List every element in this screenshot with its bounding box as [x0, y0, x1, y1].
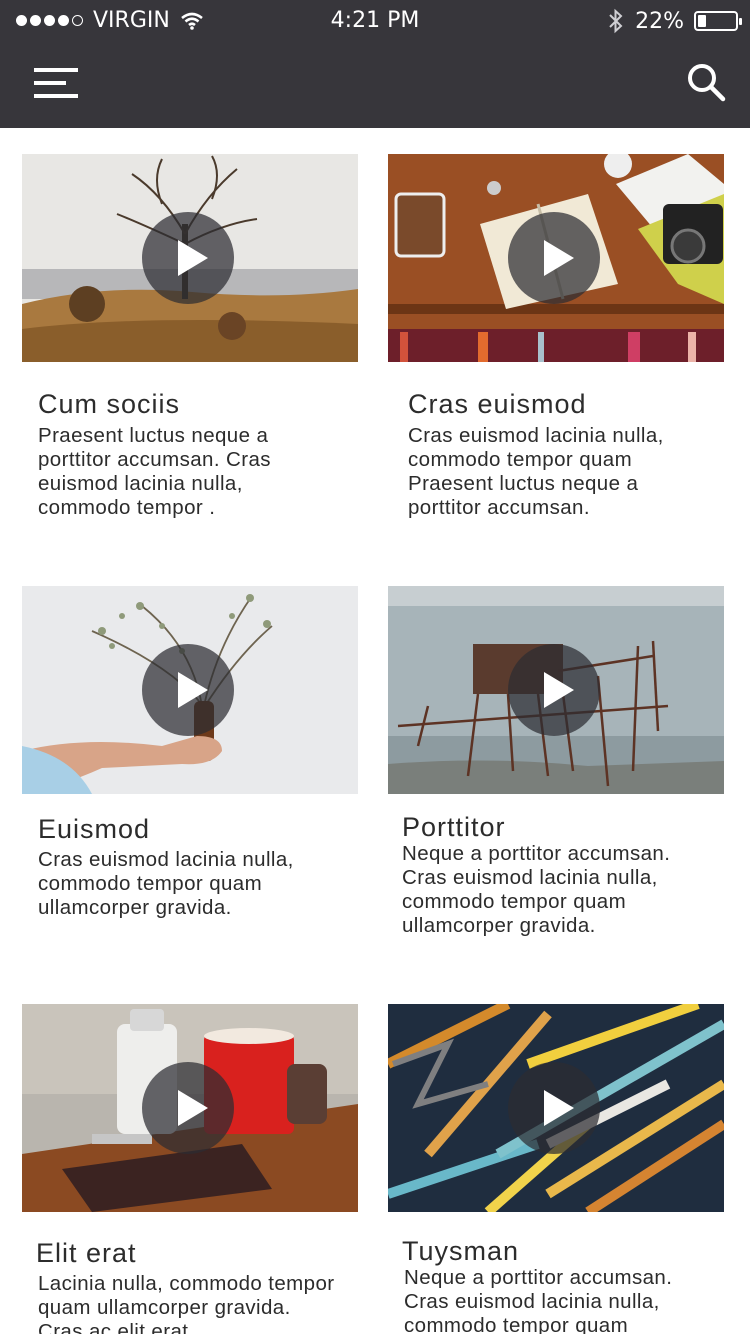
video-thumbnail[interactable]: [388, 586, 724, 794]
video-thumbnail[interactable]: [388, 154, 724, 362]
play-icon[interactable]: [142, 212, 234, 304]
video-card[interactable]: Cum sociis Praesent luctus neque a portt…: [22, 154, 358, 534]
card-title: Cras euismod: [408, 389, 587, 419]
card-description: Praesent luctus neque a porttitor accums…: [38, 424, 271, 519]
card-description: Neque a porttitor accumsan. Cras euismod…: [402, 842, 671, 937]
card-title: Cum sociis: [38, 389, 181, 419]
card-title: Tuysman: [402, 1236, 520, 1266]
hamburger-menu-icon[interactable]: [34, 68, 80, 100]
play-icon[interactable]: [508, 212, 600, 304]
video-thumbnail[interactable]: [22, 1004, 358, 1212]
card-title: Euismod: [38, 814, 151, 844]
search-icon[interactable]: [686, 62, 726, 102]
status-right-group: 22%: [607, 8, 742, 34]
video-card[interactable]: Porttitor Neque a porttitor accumsan. Cr…: [388, 586, 724, 966]
play-icon[interactable]: [142, 1062, 234, 1154]
battery-icon: [694, 11, 742, 31]
card-description: Cras euismod lacinia nulla, commodo temp…: [408, 424, 664, 519]
play-icon[interactable]: [142, 644, 234, 736]
video-card[interactable]: Euismod Cras euismod lacinia nulla, comm…: [22, 586, 358, 966]
play-icon[interactable]: [508, 644, 600, 736]
app-header: VIRGIN 4:21 PM 22%: [0, 0, 750, 128]
video-card[interactable]: Tuysman Neque a porttitor accumsan. Cras…: [388, 1004, 724, 1334]
card-description: Neque a porttitor accumsan. Cras euismod…: [404, 1266, 673, 1334]
video-card[interactable]: Elit erat Lacinia nulla, commodo tempor …: [22, 1004, 358, 1334]
card-description: Lacinia nulla, commodo tempor quam ullam…: [38, 1272, 335, 1334]
card-title: Elit erat: [36, 1238, 137, 1268]
battery-percentage: 22%: [635, 8, 684, 34]
video-thumbnail[interactable]: [22, 586, 358, 794]
video-thumbnail[interactable]: [22, 154, 358, 362]
card-title: Porttitor: [402, 812, 506, 842]
card-description: Cras euismod lacinia nulla, commodo temp…: [38, 848, 294, 919]
play-icon[interactable]: [508, 1062, 600, 1154]
video-card[interactable]: Cras euismod Cras euismod lacinia nulla,…: [388, 154, 724, 534]
status-bar: VIRGIN 4:21 PM 22%: [0, 0, 750, 40]
video-thumbnail[interactable]: [388, 1004, 724, 1212]
bluetooth-icon: [609, 8, 623, 34]
